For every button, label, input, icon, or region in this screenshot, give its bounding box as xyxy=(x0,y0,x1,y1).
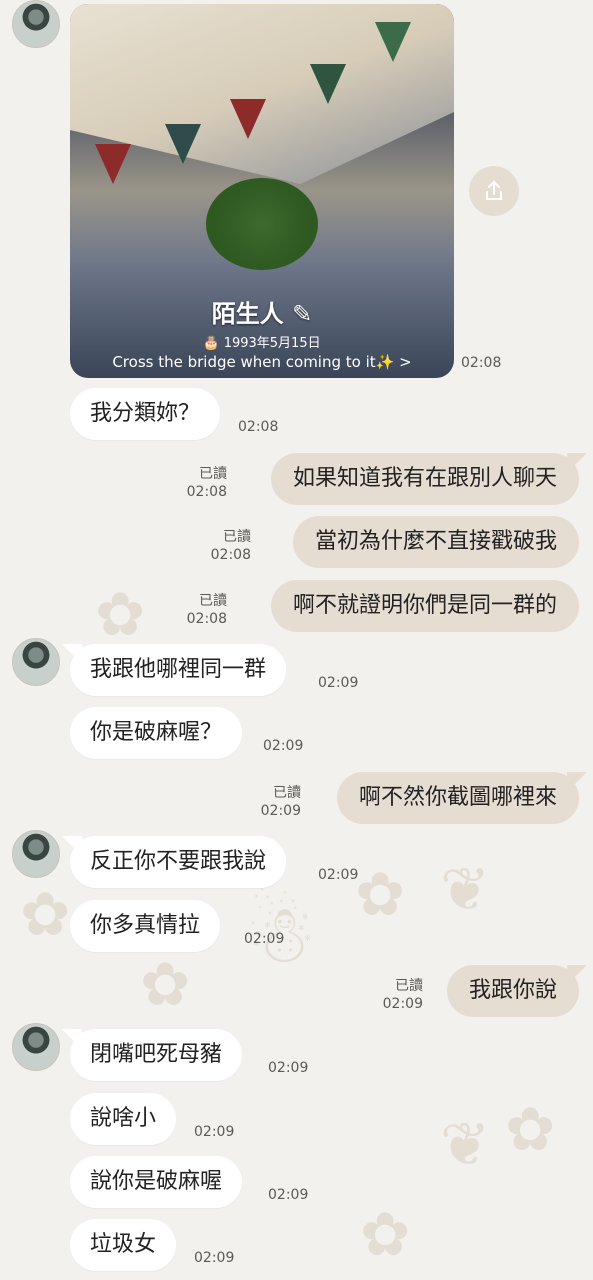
message-bubble[interactable]: 我跟你說 xyxy=(446,965,579,1017)
message-time: 02:09 xyxy=(194,1124,235,1140)
message-bubble[interactable]: 我跟他哪裡同一群 xyxy=(70,644,287,696)
pennant-flag xyxy=(310,64,346,104)
message-bubble[interactable]: 你是破麻喔？ xyxy=(70,707,243,759)
message-bubble[interactable]: 如果知道我有在跟別人聊天 xyxy=(270,453,579,505)
message-bubble[interactable]: 啊不然你截圖哪裡來 xyxy=(336,772,579,824)
avatar[interactable] xyxy=(12,1023,60,1071)
message-bubble[interactable]: 說啥小 xyxy=(70,1093,177,1145)
tree-decoration-icon: ❦ xyxy=(440,1110,491,1180)
message-bubble[interactable]: 閉嘴吧死母豬 xyxy=(70,1029,243,1081)
read-receipt: 已讀 02:08 xyxy=(186,466,227,500)
message-time: 02:09 xyxy=(263,738,304,754)
avatar[interactable] xyxy=(12,830,60,878)
profile-status: Cross the bridge when coming to it✨ > xyxy=(112,353,412,371)
tree-decoration-icon: ❦ xyxy=(440,855,491,925)
share-button[interactable] xyxy=(469,166,519,216)
message-bubble[interactable]: 當初為什麼不直接戳破我 xyxy=(292,516,579,568)
message-time: 02:09 xyxy=(268,1187,309,1203)
pennant-flag xyxy=(95,144,131,184)
message-time: 02:09 xyxy=(318,867,359,883)
avatar[interactable] xyxy=(12,0,60,48)
flower-decoration-icon: ✿ xyxy=(360,1200,411,1270)
message-bubble[interactable]: 你多真情拉 xyxy=(70,900,221,952)
pennant-flag xyxy=(165,124,201,164)
message-time: 02:09 xyxy=(318,675,359,691)
flower-decoration-icon: ✿ xyxy=(95,580,146,650)
pennant-flag xyxy=(230,99,266,139)
pennant-flag xyxy=(375,22,411,62)
message-bubble[interactable]: 說你是破麻喔 xyxy=(70,1156,243,1208)
message-time: 02:09 xyxy=(268,1060,309,1076)
message-bubble[interactable]: 啊不就證明你們是同一群的 xyxy=(270,580,579,632)
message-time: 02:08 xyxy=(238,419,279,435)
avatar[interactable] xyxy=(12,638,60,686)
flower-decoration-icon: ✿ xyxy=(140,950,191,1020)
message-bubble[interactable]: 我分類妳？ xyxy=(70,388,221,440)
flower-decoration-icon: ✿ xyxy=(20,880,71,950)
message-time: 02:09 xyxy=(194,1250,235,1266)
read-receipt: 已讀 02:09 xyxy=(382,978,423,1012)
share-icon xyxy=(486,180,502,200)
flower-decoration-icon: ✿ xyxy=(505,1095,556,1165)
blurred-face xyxy=(206,178,318,270)
profile-card[interactable]: 陌生人 ✎ 🎂 1993年5月15日 Cross the bridge when… xyxy=(70,4,454,378)
read-receipt: 已讀 02:08 xyxy=(186,593,227,627)
message-bubble[interactable]: 垃圾女 xyxy=(70,1219,177,1271)
message-time: 02:08 xyxy=(461,355,502,371)
read-receipt: 已讀 02:08 xyxy=(210,529,251,563)
profile-name: 陌生人 ✎ xyxy=(211,300,313,328)
profile-birthday: 🎂 1993年5月15日 xyxy=(203,336,321,351)
flower-decoration-icon: ✿ xyxy=(355,860,406,930)
read-receipt: 已讀 02:09 xyxy=(260,785,301,819)
message-time: 02:09 xyxy=(244,931,285,947)
message-bubble[interactable]: 反正你不要跟我說 xyxy=(70,836,287,888)
